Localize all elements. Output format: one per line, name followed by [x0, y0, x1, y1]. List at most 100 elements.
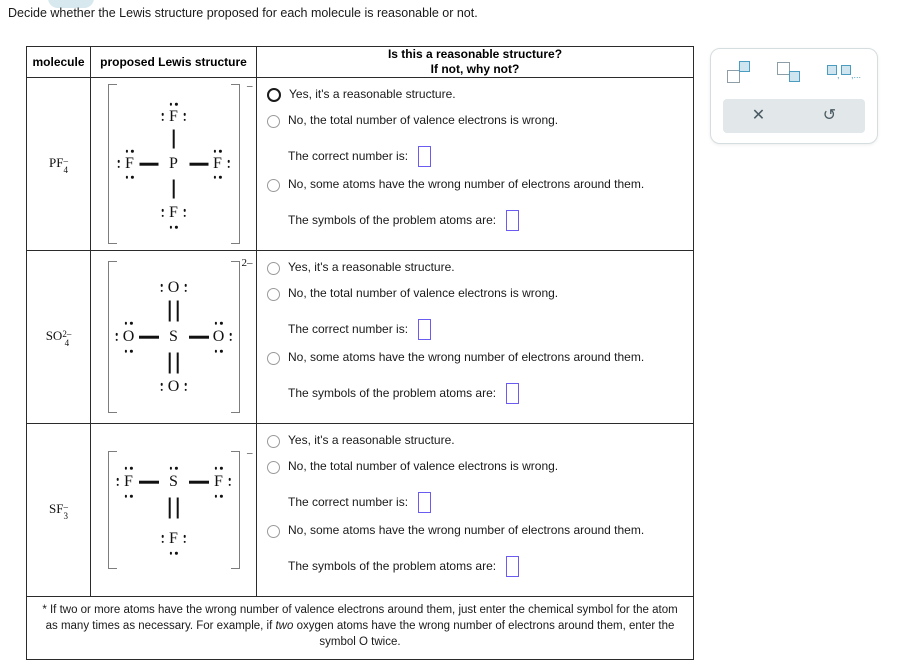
lewis-diagram: – F P F F F [107, 80, 253, 244]
footnote-cell: * If two or more atoms have the wrong nu… [26, 596, 694, 660]
correct-number-line: The correct number is: [267, 144, 691, 168]
question-cell: Yes, it's a reasonable structure. No, th… [256, 77, 694, 251]
lone-pair [169, 551, 178, 555]
radio-button-atoms-wrong[interactable] [267, 352, 280, 365]
formula-element: PF [49, 155, 64, 171]
atom-label: F [124, 473, 133, 490]
lewis-diagram: 2– O S O O O [107, 257, 253, 413]
lone-pair [227, 159, 230, 169]
lone-pair [161, 534, 164, 544]
option-atoms-wrong[interactable]: No, some atoms have the wrong number of … [267, 177, 691, 201]
bond-double [176, 352, 179, 374]
formula-subscript: 3 [63, 510, 68, 521]
option-valence-wrong[interactable]: No, the total number of valence electron… [267, 113, 691, 137]
molecule-cell: PF –4 [26, 77, 91, 251]
atom-label-center: S [169, 328, 178, 345]
problem-atoms-label: The symbols of the problem atoms are: [288, 386, 497, 400]
bond-double [176, 497, 179, 519]
atom-label: O [122, 328, 135, 345]
atom-label: O [212, 328, 225, 345]
formula-charge-group: –3 [63, 502, 68, 521]
option-valence-wrong[interactable]: No, the total number of valence electron… [267, 459, 691, 483]
bond-double [176, 300, 179, 322]
option-valence-wrong[interactable]: No, the total number of valence electron… [267, 286, 691, 310]
lone-pair [161, 112, 164, 122]
undo-icon[interactable]: ↺ [805, 108, 855, 124]
radio-button-atoms-wrong[interactable] [267, 525, 280, 538]
problem-atoms-label: The symbols of the problem atoms are: [288, 559, 497, 573]
radio-button-yes[interactable] [267, 262, 280, 275]
molecule-formula: SO 2– 4 [46, 328, 72, 348]
radio-button-yes[interactable] [267, 88, 281, 102]
molecule-cell: SF –3 [26, 423, 91, 597]
formula-charge-group: 2– 4 [62, 329, 71, 348]
lone-pair [124, 494, 133, 498]
option-label: No, the total number of valence electron… [288, 113, 559, 127]
lone-pair [183, 112, 186, 122]
palette-icon-row: , ,... [711, 49, 877, 95]
footnote-text: * If two or more atoms have the wrong nu… [27, 597, 693, 659]
option-yes[interactable]: Yes, it's a reasonable structure. [267, 87, 691, 111]
molecule-cell: SO 2– 4 [26, 250, 91, 424]
option-label: Yes, it's a reasonable structure. [289, 87, 456, 101]
clear-icon[interactable]: ✕ [734, 108, 784, 124]
problem-atoms-label: The symbols of the problem atoms are: [288, 213, 497, 227]
subscript-button[interactable] [772, 57, 816, 87]
radio-button-valence-wrong[interactable] [267, 115, 280, 128]
page-title: Decide whether the Lewis structure propo… [8, 6, 478, 20]
lone-pair [229, 332, 232, 342]
table-row: PF –4 – F P F F F Yes, it's a reasonable… [26, 77, 694, 251]
question-cell: Yes, it's a reasonable structure. No, th… [256, 250, 694, 424]
options-group: Yes, it's a reasonable structure. No, th… [257, 78, 693, 250]
option-yes[interactable]: Yes, it's a reasonable structure. [267, 260, 691, 284]
lone-pair [124, 321, 133, 325]
lone-pair [183, 208, 186, 218]
formula-subscript: 4 [64, 337, 70, 348]
footnote-row: * If two or more atoms have the wrong nu… [26, 596, 694, 660]
lewis-structure-cell: – F P F F F [90, 77, 257, 251]
correct-number-label: The correct number is: [288, 149, 409, 163]
formula-subscript: 4 [63, 164, 68, 175]
lone-pair [184, 382, 187, 392]
bracket-charge: – [247, 447, 253, 459]
correct-number-input[interactable] [418, 145, 432, 167]
list-icon: , ,... [827, 60, 861, 84]
lone-pair [125, 149, 134, 153]
option-atoms-wrong[interactable]: No, some atoms have the wrong number of … [267, 350, 691, 374]
atom-label-center: P [169, 155, 178, 172]
lone-pair [169, 225, 178, 229]
bond-single [172, 129, 175, 149]
superscript-button[interactable] [722, 57, 766, 87]
lone-pair [161, 208, 164, 218]
bond-single [189, 162, 208, 166]
footnote-part2: oxygen atoms have the wrong number of el… [293, 619, 675, 648]
bond-single [172, 179, 175, 199]
radio-button-valence-wrong[interactable] [267, 288, 280, 301]
list-button[interactable]: , ,... [822, 57, 866, 87]
lone-pair [116, 477, 119, 487]
problem-atoms-input[interactable] [506, 555, 520, 577]
superscript-icon [727, 60, 761, 84]
formula-charge-group: –4 [63, 156, 68, 175]
problem-atoms-input[interactable] [506, 382, 520, 404]
option-atoms-wrong[interactable]: No, some atoms have the wrong number of … [267, 523, 691, 547]
correct-number-input[interactable] [418, 318, 432, 340]
correct-number-input[interactable] [418, 491, 432, 513]
option-yes[interactable]: Yes, it's a reasonable structure. [267, 433, 691, 457]
problem-atoms-input[interactable] [506, 209, 520, 231]
correct-number-label: The correct number is: [288, 495, 409, 509]
bond-single [188, 480, 209, 484]
subscript-icon [777, 60, 811, 84]
option-label: No, some atoms have the wrong number of … [288, 350, 645, 364]
radio-button-yes[interactable] [267, 435, 280, 448]
radio-button-atoms-wrong[interactable] [267, 179, 280, 192]
lone-pair [213, 175, 222, 179]
molecule-formula: PF –4 [49, 155, 68, 175]
option-label: Yes, it's a reasonable structure. [288, 433, 455, 447]
lone-pair [213, 149, 222, 153]
lone-pair [117, 159, 120, 169]
question-cell: Yes, it's a reasonable structure. No, th… [256, 423, 694, 597]
lone-pair [124, 466, 133, 470]
lone-pair [160, 283, 163, 293]
radio-button-valence-wrong[interactable] [267, 461, 280, 474]
